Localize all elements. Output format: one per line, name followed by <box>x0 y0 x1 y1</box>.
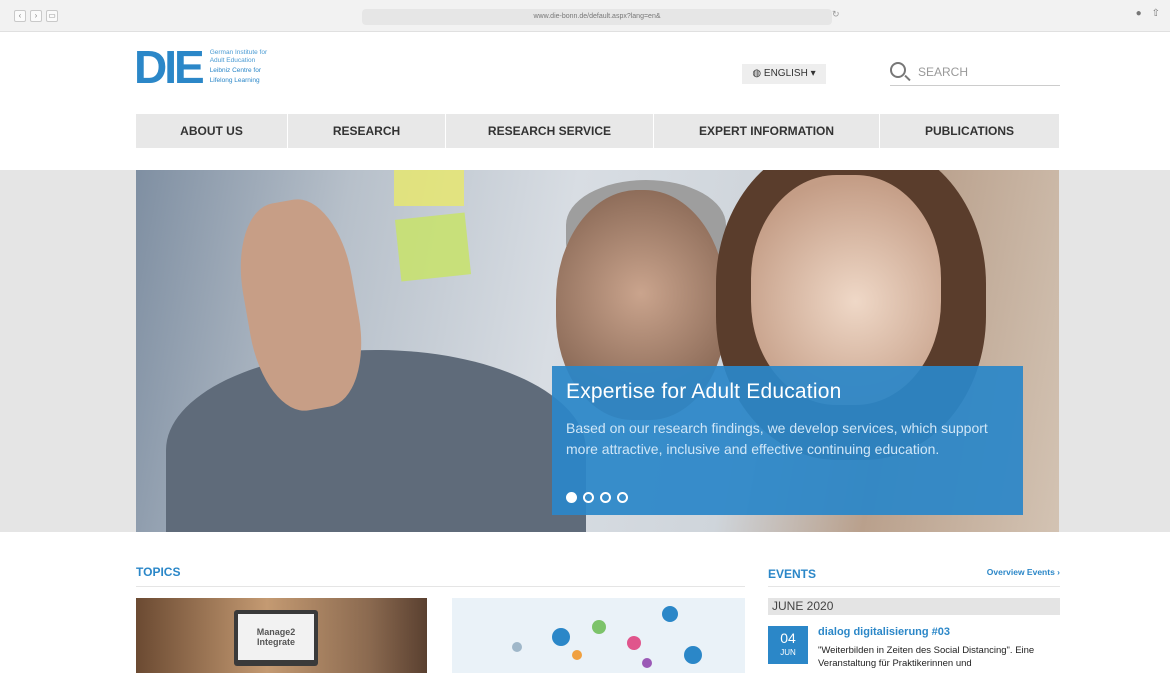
search-icon[interactable] <box>890 62 906 78</box>
nav-item-about-us[interactable]: ABOUT US <box>136 114 288 148</box>
slider-dot-3[interactable] <box>600 492 611 503</box>
topics-heading: TOPICS <box>136 565 745 587</box>
events-heading: EVENTS <box>768 567 817 581</box>
logo-line-1: German Institute for <box>209 49 268 56</box>
hero-caption[interactable]: Expertise for Adult Education Based on o… <box>552 366 1023 515</box>
network-node-icon <box>627 636 641 650</box>
logo-line-4: Lifelong Learning <box>209 77 260 84</box>
event-month: JUN <box>780 648 796 657</box>
slider-dot-2[interactable] <box>583 492 594 503</box>
logo-mark: DIE <box>134 41 205 93</box>
share-icon[interactable]: ⇧ <box>1152 8 1160 19</box>
browser-nav-buttons: ‹ › ▭ <box>14 10 58 22</box>
network-node-icon <box>552 628 570 646</box>
events-header: EVENTS Overview Events › <box>768 565 1060 587</box>
event-title-link[interactable]: dialog digitalisierung #03 <box>818 626 950 638</box>
search-input[interactable] <box>918 62 1058 82</box>
language-selector[interactable]: ◍ ENGLISH ▾ <box>742 64 826 84</box>
nav-item-publications[interactable]: PUBLICATIONS <box>880 114 1059 148</box>
hero-photo-sticky-note <box>394 170 464 206</box>
reload-icon[interactable]: ↻ <box>832 9 840 20</box>
network-node-icon <box>684 646 702 664</box>
sidebar-icon[interactable]: ▭ <box>46 10 58 22</box>
forward-icon[interactable]: › <box>30 10 42 22</box>
nav-item-expert-information[interactable]: EXPERT INFORMATION <box>654 114 880 148</box>
hero-photo-suit <box>166 350 586 532</box>
network-node-icon <box>642 658 652 668</box>
search-box <box>890 60 1060 86</box>
hero-photo-sticky-note <box>394 212 472 282</box>
nav-item-research-service[interactable]: RESEARCH SERVICE <box>446 114 654 148</box>
network-node-icon <box>592 620 606 634</box>
hero-title: Expertise for Adult Education <box>566 380 842 403</box>
address-bar[interactable]: www.die-bonn.de/default.aspx?lang=en& <box>362 9 832 25</box>
topic-card-manage2integrate[interactable]: Manage2 Integrate <box>136 598 427 673</box>
browser-toolbar: ‹ › ▭ www.die-bonn.de/default.aspx?lang=… <box>0 0 1170 32</box>
globe-icon: ◍ <box>752 68 764 79</box>
back-icon[interactable]: ‹ <box>14 10 26 22</box>
language-label: ENGLISH ▾ <box>763 68 816 79</box>
network-node-icon <box>512 642 522 652</box>
hero-text: Based on our research findings, we devel… <box>566 420 988 457</box>
slider-dots <box>566 492 628 503</box>
slider-dot-4[interactable] <box>617 492 628 503</box>
laptop-image: Manage2 Integrate <box>234 610 318 666</box>
overview-events-link[interactable]: Overview Events › <box>987 567 1060 577</box>
event-day: 04 <box>780 630 796 646</box>
main-nav: ABOUT US RESEARCH RESEARCH SERVICE EXPER… <box>136 114 1059 148</box>
site-logo[interactable]: DIE German Institute for Adult Education… <box>134 44 267 90</box>
slider-dot-1[interactable] <box>566 492 577 503</box>
logo-line-2: Adult Education <box>209 57 256 64</box>
topic-card-network[interactable] <box>452 598 745 673</box>
logo-line-3: Leibniz Centre for <box>209 67 261 74</box>
event-description: "Weiterbilden in Zeiten des Social Dista… <box>818 645 1035 669</box>
events-month: JUNE 2020 <box>768 598 1060 615</box>
browser-actions: ● ⇧ <box>1136 8 1160 19</box>
event-date: 04 JUN <box>768 626 808 664</box>
nav-item-research[interactable]: RESEARCH <box>288 114 446 148</box>
topic-card-logo: Manage2 Integrate <box>238 614 314 660</box>
network-node-icon <box>572 650 582 660</box>
logo-tagline: German Institute for Adult Education Lei… <box>210 49 267 85</box>
extension-icon[interactable]: ● <box>1136 8 1142 19</box>
network-node-icon <box>662 606 678 622</box>
